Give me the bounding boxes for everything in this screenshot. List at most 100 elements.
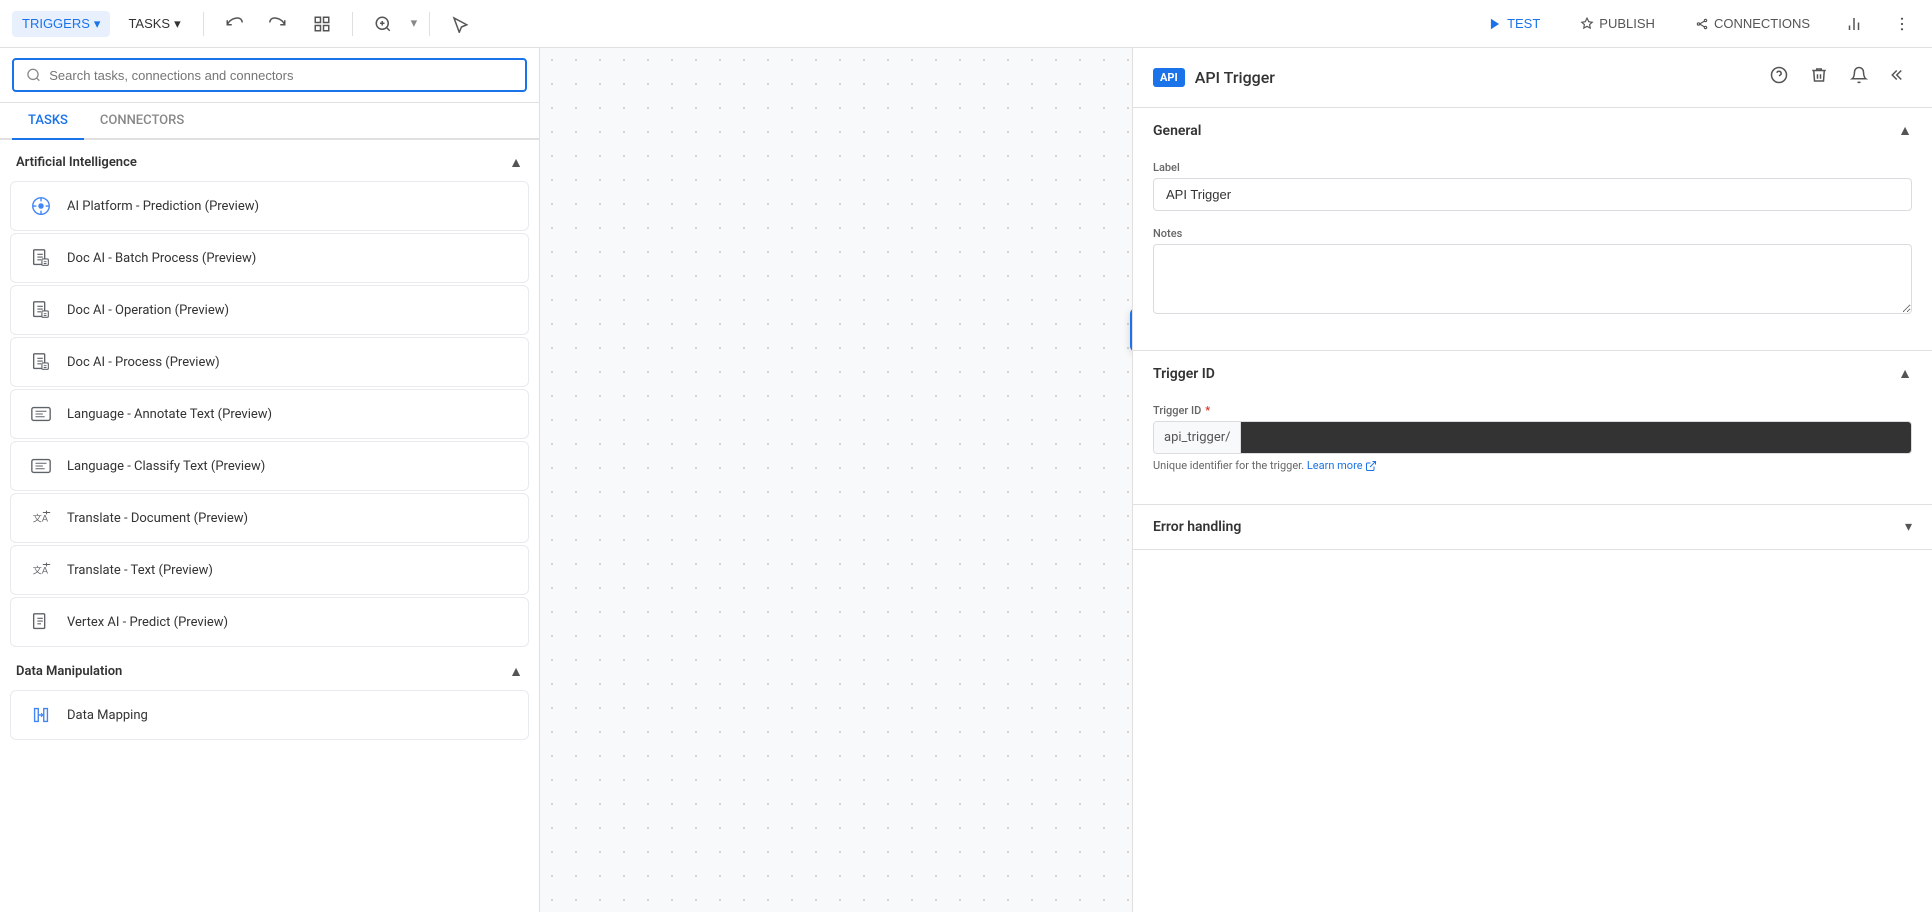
list-item[interactable]: Language - Classify Text (Preview) [10,441,529,491]
nav-sep-3 [429,12,430,36]
list-item[interactable]: 文A Translate - Document (Preview) [10,493,529,543]
divider-3 [1133,549,1932,550]
list-item[interactable]: Doc AI - Batch Process (Preview) [10,233,529,283]
tab-connectors[interactable]: CONNECTORS [84,103,200,140]
undo-btn[interactable] [216,6,252,42]
category-ai[interactable]: Artificial Intelligence ▲ [0,140,539,179]
list-item[interactable]: Doc AI - Process (Preview) [10,337,529,387]
section-triggerid-content: Trigger ID * api_trigger/ Unique identif… [1133,396,1932,504]
cursor-btn[interactable] [442,6,478,42]
search-icon [26,67,41,83]
tab-tasks[interactable]: TASKS [12,103,84,140]
list-item[interactable]: 文A Translate - Text (Preview) [10,545,529,595]
section-general-content: Label Notes [1133,153,1932,350]
more-btn[interactable] [1884,6,1920,42]
tasks-label: TASKS [128,16,170,31]
section-general-header[interactable]: General ▲ [1133,108,1932,153]
right-panel-title: API API Trigger [1153,68,1275,87]
doc-ai-batch-icon [27,244,55,272]
test-btn[interactable]: TEST [1474,10,1554,37]
panel-title-text: API Trigger [1195,68,1275,87]
learn-more-link[interactable]: Learn more [1307,459,1377,472]
layout-btn[interactable] [304,6,340,42]
list-item-label: Vertex AI - Predict (Preview) [67,615,228,630]
trigger-value-masked [1241,422,1911,453]
section-triggerid-title: Trigger ID [1153,366,1215,382]
language-classify-icon [27,452,55,480]
trigger-prefix: api_trigger/ [1154,422,1241,453]
collapse-btn[interactable] [1886,62,1912,93]
list-item-label: Translate - Document (Preview) [67,511,248,526]
tasks-dropdown-icon: ▾ [174,16,181,32]
list-item-label: Language - Classify Text (Preview) [67,459,265,474]
redo-btn[interactable] [260,6,296,42]
list-item[interactable]: AI Platform - Prediction (Preview) [10,181,529,231]
category-ai-chevron[interactable]: ▲ [509,154,523,171]
test-label: TEST [1507,16,1540,31]
connections-btn[interactable]: CONNECTIONS [1681,10,1824,37]
api-badge: API [1153,68,1185,87]
label-input[interactable] [1153,178,1912,211]
triggers-label: TRIGGERS [22,16,90,31]
list-item-label: Translate - Text (Preview) [67,563,213,578]
canvas-area[interactable]: API API Trigger [540,48,1132,912]
list-item[interactable]: Language - Annotate Text (Preview) [10,389,529,439]
main-layout: TASKS CONNECTORS Artificial Intelligence… [0,48,1932,912]
doc-ai-op-icon [27,296,55,324]
search-box [12,58,527,92]
list-item[interactable]: Vertex AI - Predict (Preview) [10,597,529,647]
notes-field-label: Notes [1153,227,1912,240]
list-item[interactable]: Doc AI - Operation (Preview) [10,285,529,335]
section-general-title: General [1153,123,1201,139]
publish-btn[interactable]: PUBLISH [1566,10,1669,37]
list-item-label: AI Platform - Prediction (Preview) [67,199,259,214]
category-data-chevron[interactable]: ▲ [509,663,523,680]
translate-doc-icon: 文A [27,504,55,532]
help-btn[interactable] [1766,62,1792,93]
list-item-label: Doc AI - Process (Preview) [67,355,220,370]
canvas-node[interactable]: API API Trigger [1130,308,1132,352]
section-general-chevron: ▲ [1898,122,1912,139]
vertex-ai-icon [27,608,55,636]
section-triggerid-header[interactable]: Trigger ID ▲ [1133,351,1932,396]
right-panel-header: API API Trigger [1133,48,1932,108]
analytics-btn[interactable] [1836,6,1872,42]
doc-ai-process-icon [27,348,55,376]
zoom-dropdown-icon: ▾ [411,16,418,31]
notes-field-group: Notes [1153,227,1912,318]
tabs-row: TASKS CONNECTORS [0,103,539,140]
publish-label: PUBLISH [1599,16,1655,31]
search-input[interactable] [49,68,513,83]
section-triggerid-chevron: ▲ [1898,365,1912,382]
section-error-title: Error handling [1153,519,1241,535]
list-item-label: Language - Annotate Text (Preview) [67,407,272,422]
label-field-group: Label [1153,161,1912,211]
triggers-btn[interactable]: TRIGGERS ▾ [12,11,110,37]
triggers-dropdown-icon: ▾ [94,16,101,32]
data-mapping-icon [27,701,55,729]
category-ai-label: Artificial Intelligence [16,155,137,170]
list-item[interactable]: Data Mapping [10,690,529,740]
notes-textarea[interactable] [1153,244,1912,314]
triggerid-field-group: Trigger ID * api_trigger/ Unique identif… [1153,404,1912,472]
category-data[interactable]: Data Manipulation ▲ [0,649,539,688]
notification-btn[interactable] [1846,62,1872,93]
helper-text: Unique identifier for the trigger. Learn… [1153,459,1912,472]
section-error-header[interactable]: Error handling ▾ [1133,505,1932,549]
section-error-chevron: ▾ [1905,519,1912,535]
list-item-label: Doc AI - Operation (Preview) [67,303,229,318]
task-list: Artificial Intelligence ▲ AI Platform - … [0,140,539,912]
language-annotate-icon [27,400,55,428]
zoom-btn[interactable] [365,6,401,42]
translate-text-icon: 文A [27,556,55,584]
search-area [0,48,539,103]
required-star: * [1205,404,1210,417]
left-panel: TASKS CONNECTORS Artificial Intelligence… [0,48,540,912]
delete-btn[interactable] [1806,62,1832,93]
tasks-btn[interactable]: TASKS ▾ [118,11,190,37]
nav-sep-1 [203,12,204,36]
label-field-label: Label [1153,161,1912,174]
top-nav: TRIGGERS ▾ TASKS ▾ ▾ TEST PUBLISH CONNEC… [0,0,1932,48]
list-item-label: Doc AI - Batch Process (Preview) [67,251,256,266]
category-data-label: Data Manipulation [16,664,122,679]
